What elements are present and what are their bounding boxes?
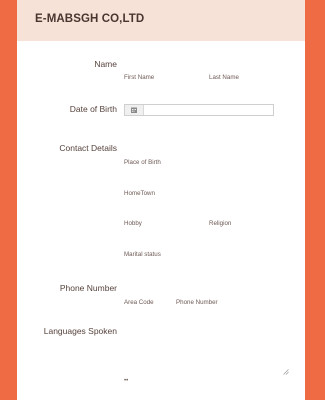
phone-number-sublabel: Phone Number bbox=[176, 299, 218, 306]
form-header: E-MABSGH CO,LTD bbox=[17, 0, 305, 41]
hometown-sublabel: HomeTown bbox=[124, 190, 155, 197]
calendar-icon bbox=[131, 107, 137, 113]
languages-spoken-label: Languages Spoken bbox=[43, 326, 117, 336]
ellipsis-icon: •• bbox=[124, 378, 129, 384]
date-of-birth-input[interactable] bbox=[124, 104, 274, 116]
name-label: Name bbox=[94, 59, 117, 69]
area-code-sublabel: Area Code bbox=[124, 299, 154, 306]
last-name-sublabel: Last Name bbox=[209, 74, 239, 81]
form-card: E-MABSGH CO,LTD Name First Name Last Nam… bbox=[17, 0, 305, 400]
date-picker-button[interactable] bbox=[125, 105, 144, 115]
marital-status-sublabel: Marital status bbox=[124, 251, 161, 258]
hobby-sublabel: Hobby bbox=[124, 220, 142, 227]
company-title: E-MABSGH CO,LTD bbox=[35, 13, 145, 25]
place-of-birth-sublabel: Place of Birth bbox=[124, 159, 161, 166]
religion-sublabel: Religion bbox=[209, 220, 232, 227]
resize-handle-icon[interactable] bbox=[283, 369, 289, 375]
date-of-birth-label: Date of Birth bbox=[69, 104, 117, 114]
contact-details-label: Contact Details bbox=[59, 143, 117, 153]
phone-number-label: Phone Number bbox=[59, 283, 117, 293]
first-name-sublabel: First Name bbox=[124, 74, 155, 81]
